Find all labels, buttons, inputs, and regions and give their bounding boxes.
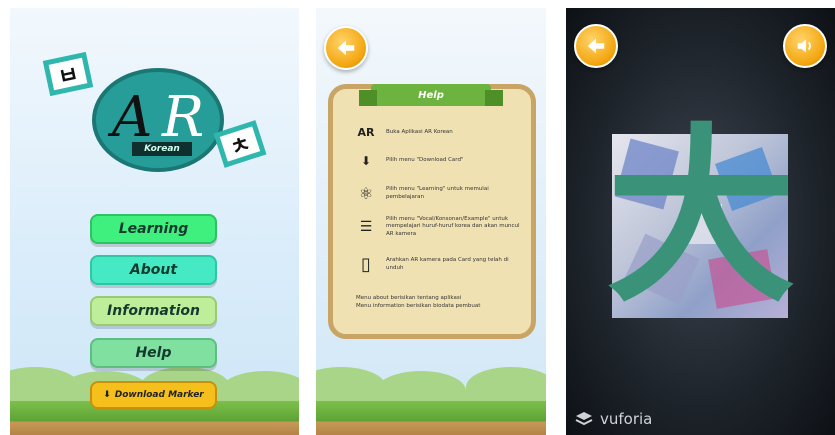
arrow-left-icon: [587, 38, 605, 54]
download-marker-label: Download Marker: [114, 390, 204, 400]
help-item: AR Buka Aplikasi AR Korean: [357, 126, 453, 139]
information-button[interactable]: Information: [90, 296, 217, 326]
vuforia-watermark: vuforia: [574, 410, 652, 428]
help-screen: Help AR Buka Aplikasi AR Korean ⬇ Pilih …: [316, 8, 546, 435]
arrow-left-icon: [337, 40, 355, 56]
ar-character: 大: [605, 107, 796, 328]
download-icon: ⬇: [103, 390, 111, 400]
download-marker-button[interactable]: ⬇ Download Marker: [90, 381, 217, 409]
logo-letter-r: R: [162, 85, 205, 150]
back-button[interactable]: [574, 24, 618, 68]
ar-icon: AR: [357, 126, 375, 139]
atom-icon: ⚛: [358, 184, 374, 203]
vuforia-logo-icon: [575, 412, 593, 426]
help-item: ▯ Arahkan AR kamera pada Card yang telah…: [356, 254, 526, 275]
help-item: ⚛ Pilih menu "Learning" untuk memulai pe…: [356, 184, 526, 203]
main-menu-screen: ㅂ A R Korean ㅊ Learning About Informatio…: [10, 8, 299, 435]
download-icon: ⬇: [360, 154, 372, 168]
ar-camera-screen: 大 vuforia: [566, 8, 835, 435]
logo-letter-a: A: [112, 85, 153, 150]
about-button[interactable]: About: [90, 255, 217, 285]
help-footer: Menu about berisikan tentang aplikasi Me…: [356, 295, 481, 309]
logo-subtitle: Korean: [132, 142, 192, 156]
help-title: Help: [359, 84, 503, 106]
hangul-tile-left: ㅂ: [42, 51, 94, 97]
help-button[interactable]: Help: [90, 338, 217, 368]
phone-scan-icon: ▯: [361, 254, 371, 275]
list-icon: ☰: [359, 219, 373, 236]
learning-button[interactable]: Learning: [90, 214, 217, 244]
logo-circle: A R Korean: [92, 68, 224, 172]
speaker-icon: [797, 39, 811, 53]
help-item: ☰ Pilih menu "Vocal/Konsonan/Example" un…: [356, 216, 526, 238]
help-item: ⬇ Pilih menu "Download Card": [356, 154, 526, 168]
sound-button[interactable]: [783, 24, 827, 68]
landscape: [316, 365, 546, 435]
back-button[interactable]: [324, 26, 368, 70]
